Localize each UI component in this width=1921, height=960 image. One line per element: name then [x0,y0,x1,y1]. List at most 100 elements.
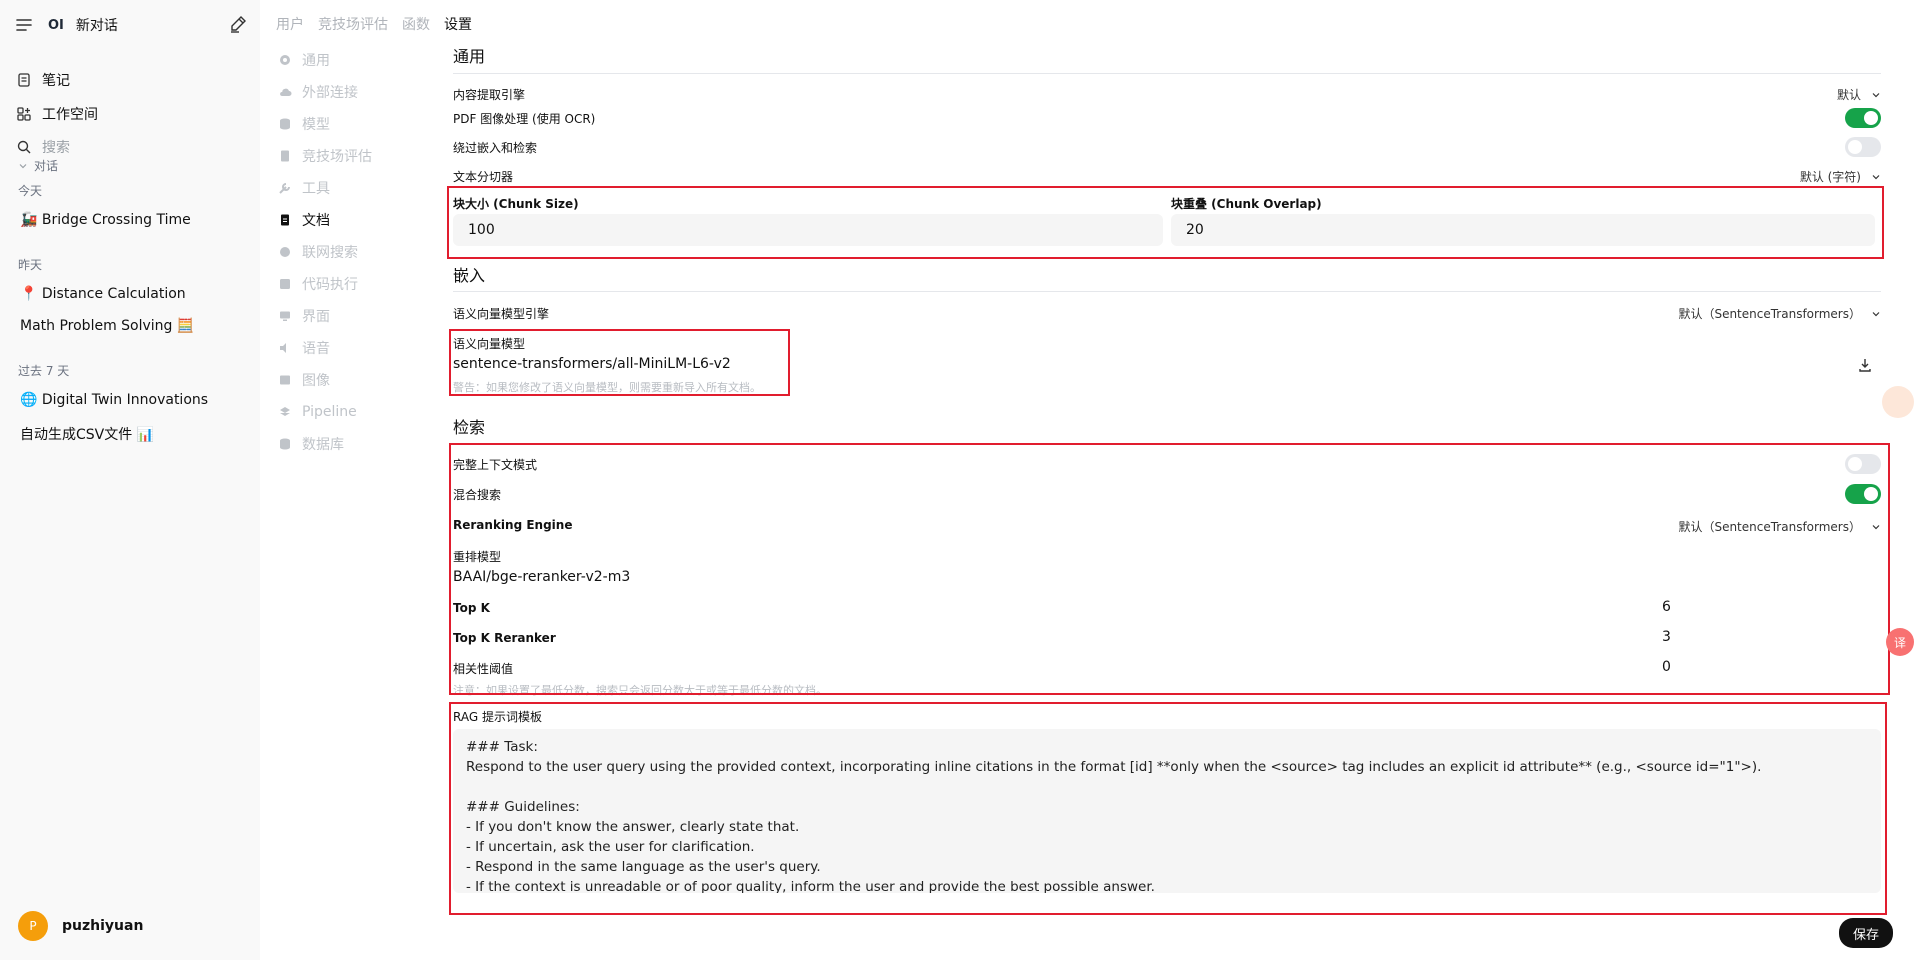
nav-general[interactable]: 通用 [278,44,428,76]
nav-models[interactable]: 模型 [278,108,428,140]
nav-label: Pipeline [302,404,357,420]
chat-item[interactable]: 🌐 Digital Twin Innovations [20,392,208,408]
wrench-icon [279,183,290,194]
download-icon[interactable] [1857,357,1873,373]
layers-icon [280,407,290,416]
pdf-ocr-label: PDF 图像处理 (使用 OCR) [453,112,596,126]
monitor-icon [280,311,290,321]
group-label-yesterday: 昨天 [18,258,43,272]
sidebar-search[interactable]: 搜索 [16,136,70,158]
nav-label: 通用 [302,53,330,69]
sidebar: OI 新对话 笔记 工作空间 搜索 对话 今天 🚂 Bridge Crossin… [0,0,260,960]
globe-icon [280,247,290,257]
tab-settings[interactable]: 设置 [444,14,472,34]
sidebar-item-label: 笔记 [42,73,70,89]
embedding-engine-label: 语义向量模型引擎 [453,307,550,321]
workspace-icon [17,107,31,121]
embedding-engine-select[interactable]: 默认（SentenceTransformers） [1678,305,1881,322]
database-icon [280,118,290,130]
nav-web-search[interactable]: 联网搜索 [278,236,428,268]
image-icon [280,375,290,385]
menu-icon[interactable] [14,15,34,35]
content-engine-value: 默认 [1836,88,1861,102]
general-heading: 通用 [453,47,486,66]
nav-arena[interactable]: 竞技场评估 [278,140,428,172]
app-logo: OI [48,17,64,33]
nav-interface[interactable]: 界面 [278,300,428,332]
highlight-box [449,702,1887,915]
splitter-select[interactable]: 默认 (字符) [1800,168,1881,185]
nav-code-execution[interactable]: 代码执行 [278,268,428,300]
nav-label: 图像 [302,373,330,389]
chat-item[interactable]: Math Problem Solving 🧮 [20,318,194,334]
bypass-label: 绕过嵌入和检索 [453,141,538,155]
nav-pipeline[interactable]: Pipeline [278,396,428,428]
nav-label: 文档 [302,213,330,229]
group-label-past-7-days: 过去 7 天 [18,364,70,378]
speaker-icon [280,343,286,353]
bypass-toggle[interactable] [1845,137,1881,157]
search-icon [17,140,31,154]
embedding-engine-value: 默认（SentenceTransformers） [1678,307,1861,321]
admin-tabs: 用户 竞技场评估 函数 设置 [276,14,472,34]
tab-users[interactable]: 用户 [276,14,304,34]
chat-item[interactable]: 自动生成CSV文件 📊 [20,424,154,444]
tab-functions[interactable]: 函数 [402,14,430,34]
code-icon [280,279,290,289]
nav-label: 竞技场评估 [302,149,372,165]
settings-nav: 通用 外部连接 模型 竞技场评估 工具 文档 联网搜索 代码执行 界面 语音 图… [278,44,428,460]
group-label-today: 今天 [18,184,43,198]
divider [453,291,1881,292]
content-engine-select[interactable]: 默认 [1837,86,1881,103]
embedding-heading: 嵌入 [453,266,486,285]
nav-label: 代码执行 [302,277,358,293]
nav-tools[interactable]: 工具 [278,172,428,204]
user-menu[interactable]: P puzhiyuan [18,911,143,941]
nav-label: 语音 [302,341,330,357]
new-chat-button[interactable]: 新对话 [76,15,118,35]
sidebar-search-label: 搜索 [42,140,70,156]
chevron-down-icon [19,163,27,168]
nav-label: 界面 [302,309,330,325]
nav-label: 数据库 [302,437,344,453]
sidebar-item-label: 工作空间 [42,107,98,123]
tab-arena[interactable]: 竞技场评估 [318,14,388,34]
chats-section-toggle[interactable]: 对话 [18,157,58,174]
cloud-icon [280,88,292,96]
chevron-down-icon [1872,311,1880,316]
nav-documents[interactable]: 文档 [278,204,428,236]
notes-icon [18,73,30,87]
new-chat-edit-icon[interactable] [228,14,248,34]
nav-database[interactable]: 数据库 [278,428,428,460]
highlight-box [449,443,1890,695]
content-engine-label: 内容提取引擎 [453,88,526,102]
document-icon [281,214,289,226]
nav-label: 外部连接 [302,85,358,101]
highlight-box [449,329,790,396]
nav-audio[interactable]: 语音 [278,332,428,364]
nav-images[interactable]: 图像 [278,364,428,396]
assistant-avatar[interactable] [1882,386,1914,418]
highlight-box [447,186,1884,259]
avatar: P [18,911,48,941]
nav-label: 工具 [302,181,330,197]
nav-label: 模型 [302,117,330,133]
chevron-down-icon [1872,174,1880,179]
divider [453,73,1881,74]
gear-icon [280,55,290,65]
sidebar-header: OI 新对话 [14,12,248,38]
translate-icon[interactable]: 译 [1886,628,1914,656]
save-button[interactable]: 保存 [1839,918,1893,948]
chat-item[interactable]: 🚂 Bridge Crossing Time [20,212,191,228]
username: puzhiyuan [62,918,144,934]
chat-item[interactable]: 📍 Distance Calculation [20,286,186,302]
nav-connections[interactable]: 外部连接 [278,76,428,108]
splitter-value: 默认 (字符) [1799,170,1861,184]
sidebar-item-notes[interactable]: 笔记 [16,69,70,91]
splitter-label: 文本分切器 [453,170,514,184]
database-icon [280,438,290,450]
sidebar-item-workspace[interactable]: 工作空间 [16,103,98,125]
document-icon [281,150,289,162]
nav-label: 联网搜索 [302,245,358,261]
pdf-ocr-toggle[interactable] [1845,108,1881,128]
